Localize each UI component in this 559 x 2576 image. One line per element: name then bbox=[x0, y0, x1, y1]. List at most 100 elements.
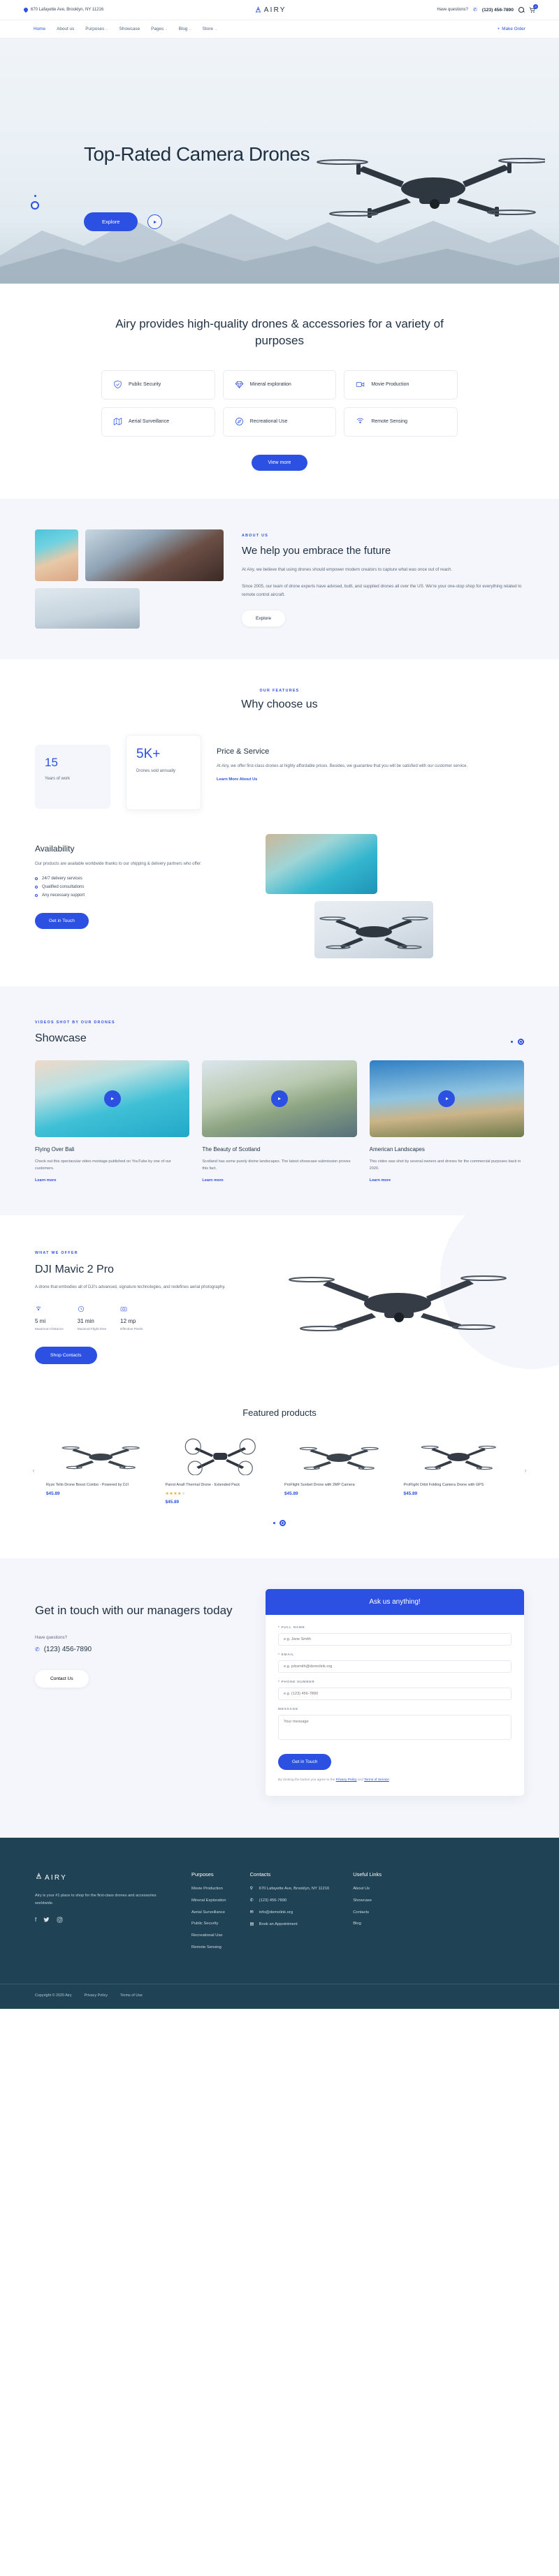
footer-logo-text: AIRY bbox=[45, 1873, 67, 1882]
decor-dot-core bbox=[34, 204, 36, 207]
product-card-1[interactable]: Ryze Tello Drone Boost Combo - Powered b… bbox=[46, 1435, 156, 1505]
footer-column-title: Useful Links bbox=[353, 1871, 382, 1878]
carousel-prev-button[interactable]: ‹ bbox=[28, 1465, 39, 1476]
purpose-chip-remote-sensing[interactable]: Remote Sensing bbox=[344, 407, 458, 437]
showcase-card-american-landscapes[interactable]: American Landscapes This video was shot … bbox=[369, 1060, 524, 1185]
hero-explore-button[interactable]: Explore bbox=[84, 212, 138, 231]
nav-label: Home bbox=[34, 27, 46, 31]
showcase-thumbnail[interactable] bbox=[202, 1060, 357, 1137]
footer-link[interactable]: Showcase bbox=[353, 1898, 382, 1904]
footer-link[interactable]: Recreational Use bbox=[191, 1933, 226, 1939]
footer-privacy-policy-link[interactable]: Privacy Policy bbox=[85, 1993, 108, 1998]
site-logo[interactable]: AIRY bbox=[254, 6, 286, 14]
footer-link[interactable]: Contacts bbox=[353, 1910, 382, 1916]
phone-link[interactable]: (123) 456-7890 bbox=[482, 8, 514, 13]
showcase-pagination[interactable] bbox=[511, 1038, 524, 1045]
send-message-button[interactable]: Get in Touch bbox=[278, 1754, 332, 1771]
get-in-touch-button[interactable]: Get in Touch bbox=[35, 912, 89, 929]
email-input[interactable] bbox=[278, 1660, 511, 1674]
search-icon[interactable] bbox=[518, 7, 524, 13]
footer-column-useful-links: Useful Links About Us Showcase Contacts … bbox=[353, 1871, 382, 1956]
showcase-card-scotland[interactable]: The Beauty of Scotland Scotland has some… bbox=[202, 1060, 357, 1185]
footer-logo[interactable]: AIRY bbox=[35, 1871, 168, 1884]
nav-item-showcase[interactable]: Showcase bbox=[119, 27, 140, 31]
full-name-input[interactable] bbox=[278, 1633, 511, 1646]
view-more-button[interactable]: View more bbox=[251, 454, 308, 471]
footer-link[interactable]: Blog bbox=[353, 1921, 382, 1927]
privacy-policy-link[interactable]: Privacy Policy bbox=[336, 1778, 357, 1782]
contact-phone[interactable]: ✆ (123) 456-7890 bbox=[35, 1646, 238, 1653]
nav-item-blog[interactable]: Blog ⌄ bbox=[179, 27, 191, 31]
footer-terms-of-use-link[interactable]: Terms of Use bbox=[120, 1993, 143, 1998]
location-pin-icon bbox=[22, 6, 29, 13]
make-order-button[interactable]: + Make Order bbox=[498, 27, 525, 31]
purpose-chip-public-security[interactable]: Public Security bbox=[101, 369, 215, 400]
footer-link[interactable]: Mineral Exploration bbox=[191, 1898, 226, 1904]
facebook-icon[interactable]: f bbox=[35, 1917, 36, 1923]
play-button[interactable] bbox=[103, 1090, 121, 1107]
field-group-email: * EMAIL bbox=[278, 1653, 511, 1674]
carousel-next-button[interactable]: › bbox=[520, 1465, 531, 1476]
field-group-full-name: * FULL NAME bbox=[278, 1626, 511, 1646]
learn-more-about-us-link[interactable]: Learn More About Us bbox=[217, 777, 257, 782]
showcase-card-link[interactable]: Learn more bbox=[202, 1178, 223, 1183]
nav-item-store[interactable]: Store ⌄ bbox=[203, 27, 217, 31]
footer-link[interactable]: Public Security bbox=[191, 1921, 226, 1927]
showcase-thumbnail[interactable] bbox=[35, 1060, 190, 1137]
instagram-icon[interactable] bbox=[57, 1917, 63, 1923]
agreement-pre: By clicking the button you agree to the bbox=[278, 1778, 336, 1783]
pagination-dot-2-active[interactable] bbox=[280, 1520, 286, 1527]
nav-item-about-us[interactable]: About us bbox=[57, 27, 74, 31]
nav-item-pages[interactable]: Pages ⌄ bbox=[151, 27, 167, 31]
showcase-card-bali[interactable]: Flying Over Bali Check out this spectacu… bbox=[35, 1060, 190, 1185]
products-pagination[interactable] bbox=[0, 1520, 559, 1527]
showcase-thumbnail[interactable] bbox=[369, 1060, 524, 1137]
phone-input[interactable] bbox=[278, 1688, 511, 1701]
contact-us-button[interactable]: Contact Us bbox=[35, 1670, 89, 1688]
product-card-4[interactable]: ProFlight Orbit Folding Camera Drone wit… bbox=[403, 1435, 513, 1505]
purpose-chip-movie-production[interactable]: Movie Production bbox=[344, 369, 458, 400]
footer-link[interactable]: Aerial Surveillance bbox=[191, 1910, 226, 1916]
purpose-chip-mineral-exploration[interactable]: Mineral exploration bbox=[222, 369, 337, 400]
twitter-icon[interactable] bbox=[43, 1917, 50, 1923]
stat-label: Drones sold annually bbox=[136, 768, 176, 773]
purpose-chip-recreational-use[interactable]: Recreational Use bbox=[222, 407, 337, 437]
showcase-card-link[interactable]: Learn more bbox=[35, 1178, 56, 1183]
cart-button[interactable]: 3 bbox=[529, 3, 538, 13]
shop-contacts-button[interactable]: Shop Contacts bbox=[35, 1346, 97, 1364]
play-button[interactable] bbox=[438, 1090, 456, 1107]
about-explore-button[interactable]: Explore bbox=[242, 610, 286, 627]
airy-logo-icon bbox=[35, 1871, 43, 1884]
footer-link[interactable]: Remote Sensing bbox=[191, 1945, 226, 1951]
footer-link[interactable]: About Us bbox=[353, 1886, 382, 1892]
pagination-dot-1[interactable] bbox=[273, 1522, 275, 1525]
list-item-label: 24/7 delivery services bbox=[42, 876, 82, 881]
product-name: ProFlight Sunbet Drone with 2MP Camera bbox=[284, 1482, 355, 1487]
hero-play-button[interactable] bbox=[147, 214, 163, 229]
message-textarea[interactable] bbox=[278, 1715, 511, 1741]
footer-contact-phone[interactable]: ✆ (123) 456-7890 bbox=[250, 1898, 330, 1904]
price-service-text: At Airy, we offer first-class drones at … bbox=[217, 763, 468, 768]
chevron-down-icon: ⌄ bbox=[165, 27, 168, 31]
list-item: 24/7 delivery services bbox=[35, 877, 245, 881]
purpose-chip-aerial-surveillance[interactable]: Aerial Surveillance bbox=[101, 407, 215, 437]
pagination-dot-1[interactable] bbox=[511, 1040, 513, 1043]
footer-link[interactable]: Movie Production bbox=[191, 1886, 226, 1892]
product-card-2[interactable]: Parrot Anafi Thermal Drone - Extended Pa… bbox=[165, 1435, 275, 1505]
decor-dot-ring bbox=[31, 201, 39, 210]
nav-item-purposes[interactable]: Purposes ⌄ bbox=[85, 27, 108, 31]
contact-text: (123) 456-7890 bbox=[259, 1898, 287, 1903]
footer-column-purposes: Purposes Movie Production Mineral Explor… bbox=[191, 1871, 226, 1956]
pin-icon: ⚲ bbox=[249, 1887, 254, 1891]
pagination-dot-2-active[interactable] bbox=[518, 1038, 524, 1045]
footer-contact-appointment[interactable]: ▤ Book an Appointment bbox=[250, 1922, 330, 1928]
bullet-icon bbox=[35, 877, 38, 880]
showcase-card-link[interactable]: Learn more bbox=[370, 1178, 391, 1183]
chevron-down-icon: ⌄ bbox=[215, 27, 217, 31]
terms-of-service-link[interactable]: Terms of Service bbox=[364, 1778, 389, 1782]
nav-item-home[interactable]: Home bbox=[34, 27, 45, 31]
product-card-3[interactable]: ProFlight Sunbet Drone with 2MP Camera $… bbox=[284, 1435, 394, 1505]
footer-contact-email[interactable]: ✉ info@demolink.org bbox=[250, 1910, 330, 1916]
airy-logo-icon bbox=[254, 6, 262, 14]
play-button[interactable] bbox=[270, 1090, 288, 1107]
